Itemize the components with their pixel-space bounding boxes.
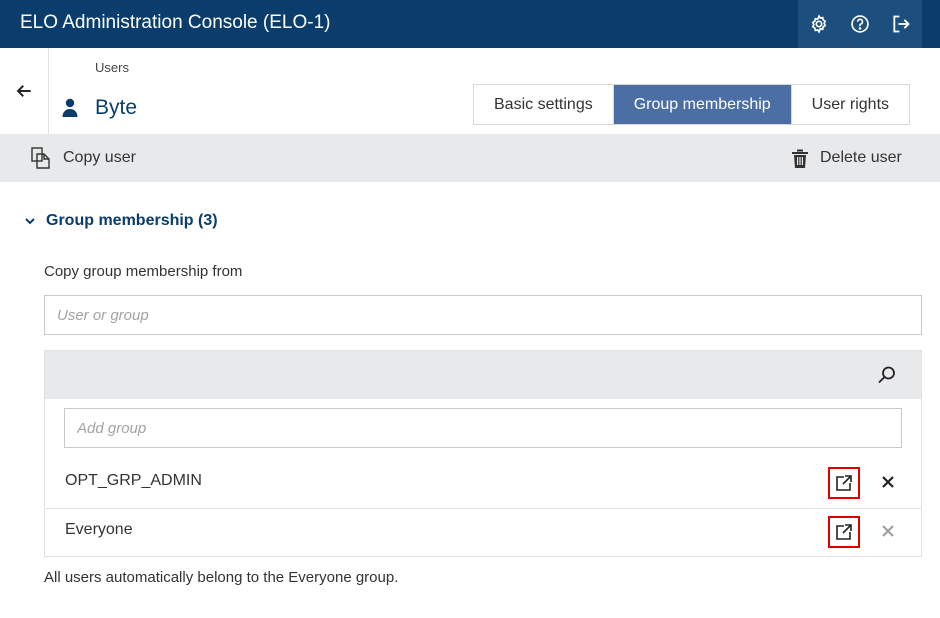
page-title: Byte [95, 96, 138, 119]
help-icon[interactable] [848, 12, 872, 36]
app-title: ELO Administration Console (ELO-1) [20, 12, 331, 33]
copy-user-label: Copy user [63, 149, 136, 166]
copy-icon [31, 147, 50, 169]
copy-from-label: Copy group membership from [44, 263, 243, 280]
remove-group-button-disabled [878, 521, 898, 541]
chevron-down-icon [25, 218, 35, 225]
external-link-icon [836, 524, 852, 540]
open-group-button[interactable] [828, 467, 860, 499]
group-list-header [45, 351, 921, 399]
tab-basic-settings[interactable]: Basic settings [474, 85, 613, 124]
tab-group-membership[interactable]: Group membership [612, 85, 791, 124]
tab-user-rights[interactable]: User rights [790, 85, 910, 124]
logout-icon[interactable] [889, 12, 913, 36]
group-membership-section-toggle[interactable]: Group membership (3) [24, 212, 218, 230]
back-button[interactable] [0, 48, 49, 134]
arrow-left-icon [16, 85, 31, 97]
title-bar: ELO Administration Console (ELO-1) [0, 0, 940, 48]
everyone-note: All users automatically belong to the Ev… [44, 569, 399, 586]
breadcrumb[interactable]: Users [95, 60, 129, 75]
user-icon [62, 98, 78, 122]
action-toolbar: Copy user Delete user [0, 134, 940, 182]
group-row: OPT_GRP_ADMIN [45, 459, 921, 507]
group-list-panel: OPT_GRP_ADMIN Everyone [44, 350, 922, 557]
delete-user-button[interactable]: Delete user [792, 134, 902, 182]
gear-icon[interactable] [807, 12, 831, 36]
group-row: Everyone [45, 508, 921, 556]
trash-icon [792, 149, 808, 168]
copy-user-button[interactable]: Copy user [31, 134, 136, 182]
external-link-icon [836, 475, 852, 491]
title-bar-tools [798, 0, 922, 48]
row-divider [45, 508, 921, 509]
section-title: Group membership (3) [46, 212, 218, 229]
open-group-button[interactable] [828, 516, 860, 548]
tab-bar: Basic settings Group membership User rig… [473, 84, 911, 125]
close-icon [882, 476, 894, 488]
add-group-input[interactable] [64, 408, 902, 448]
remove-group-button[interactable] [878, 472, 898, 492]
group-name: OPT_GRP_ADMIN [65, 472, 202, 489]
close-icon [882, 525, 894, 537]
group-name: Everyone [65, 521, 133, 538]
copy-from-input[interactable] [44, 295, 922, 335]
search-icon[interactable] [877, 365, 897, 385]
delete-user-label: Delete user [820, 149, 902, 166]
